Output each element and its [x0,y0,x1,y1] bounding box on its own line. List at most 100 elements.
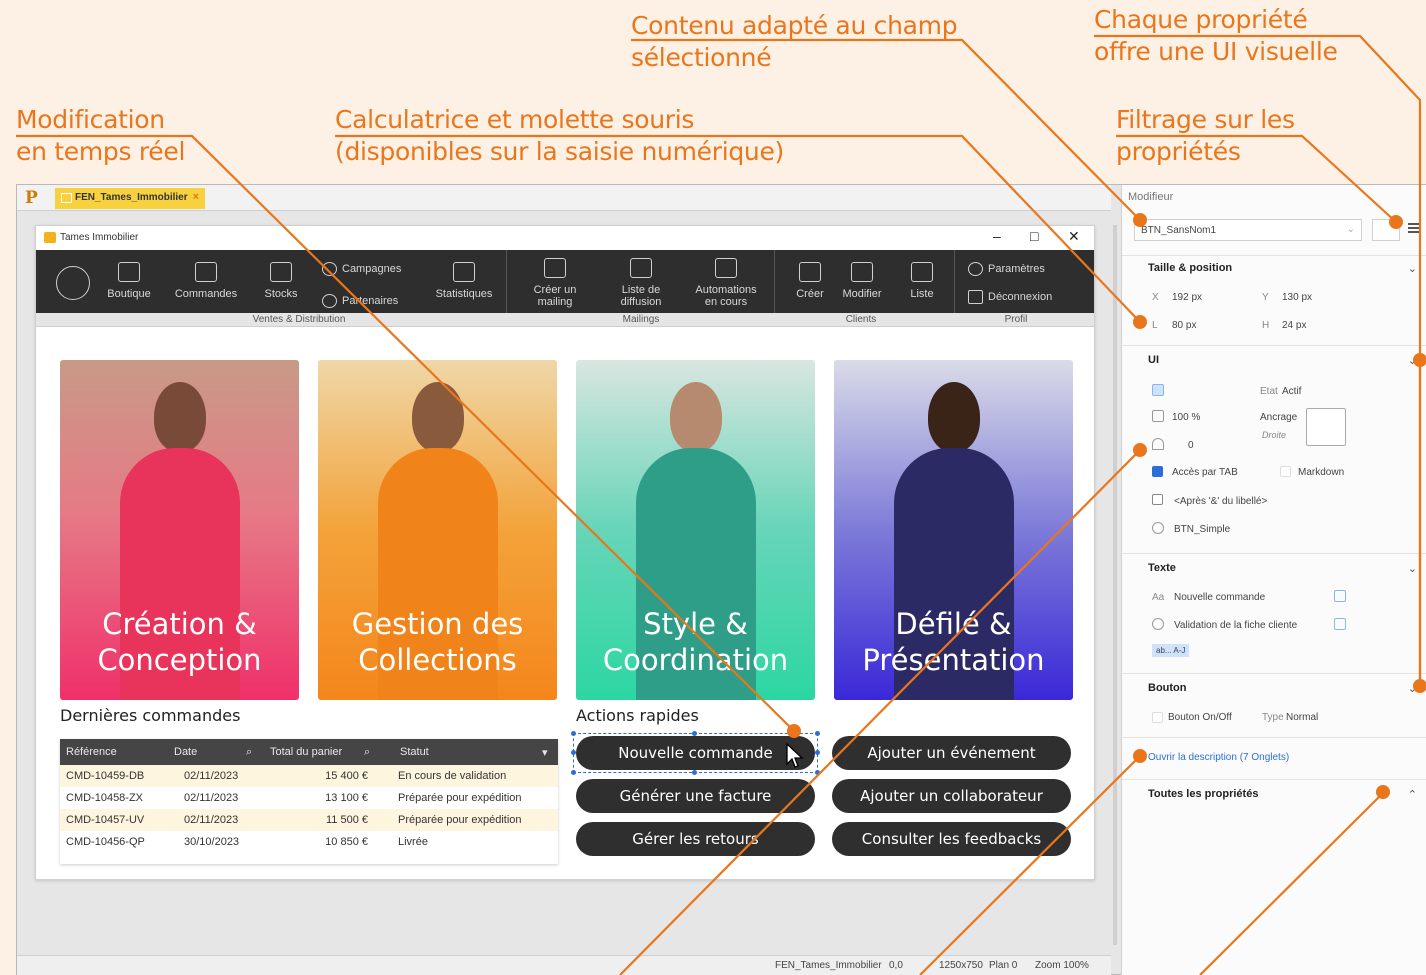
ribbon-label: Statistiques [435,288,493,300]
cell-date: 02/11/2023 [184,814,239,826]
cell-statut: Livrée [398,836,428,848]
search-icon[interactable]: ⌕ [246,746,252,759]
section-label: Taille & position [1148,262,1233,274]
y-field[interactable]: 130 px [1282,292,1312,303]
ancrage-grid[interactable] [1306,408,1346,446]
x-field[interactable]: 192 px [1172,292,1202,303]
ribbon-creer[interactable]: Créer [782,262,838,300]
ribbon-statistiques[interactable]: Statistiques [430,262,498,300]
chevron-down-icon[interactable]: ⌄ [1408,562,1417,575]
bouton-onoff-label: Bouton On/Off [1168,712,1232,723]
markdown-checkbox[interactable] [1280,466,1291,477]
ajouter-evenement-button[interactable]: Ajouter un événement [832,736,1071,770]
app-icon [44,232,56,243]
callout-dot [1133,749,1147,763]
ribbon-boutique[interactable]: Boutique [98,262,160,300]
close-button[interactable]: ✕ [1068,228,1080,245]
add-user-icon [799,262,821,282]
ribbon-label: Paramètres [988,262,1045,275]
acces-tab-checkbox[interactable] [1152,466,1163,477]
ancrage-label: Ancrage [1260,412,1298,423]
ribbon-liste[interactable]: Liste [894,262,950,300]
tooltip-icon [1152,618,1164,630]
generer-facture-button[interactable]: Générer une facture [576,779,815,813]
ribbon-label: Déconnexion [988,290,1053,303]
ribbon-campagnes[interactable]: Campagnes [322,262,401,276]
menu-icon[interactable] [1408,223,1420,225]
table-row[interactable]: CMD-10456-QP 30/10/2023 10 850 € Livrée [60,831,558,853]
selection-frame[interactable] [571,731,820,775]
consulter-feedbacks-button[interactable]: Consulter les feedbacks [832,822,1071,856]
close-tab-icon[interactable]: × [193,191,199,203]
callout-calculatrice: Calculatrice et molette souris (disponib… [335,105,785,166]
bulle-field[interactable]: Validation de la fiche cliente [1174,620,1297,631]
rounding-field[interactable]: 0 [1188,440,1194,451]
font-icon: Aa [1152,592,1165,603]
type-field[interactable]: Normal [1286,712,1318,723]
ribbon-liste-diffusion[interactable]: Liste de diffusion [604,258,678,308]
libelle-field[interactable]: Nouvelle commande [1174,592,1265,603]
l-field[interactable]: 80 px [1172,320,1196,331]
card-defile[interactable]: Défilé & Présentation [834,360,1073,700]
column-date[interactable]: Date [174,746,197,758]
ribbon-parametres[interactable]: Paramètres [968,262,1045,276]
opacity-field[interactable]: 100 % [1172,412,1200,423]
state-icon[interactable] [1152,384,1164,396]
ribbon-deconnexion[interactable]: Déconnexion [968,290,1052,304]
file-tab[interactable]: FEN_Tames_Immobilier × [55,188,205,209]
text-style-sample[interactable]: ab... A-J [1152,644,1190,657]
ribbon-modifier[interactable]: Modifier [834,262,890,300]
ide-tabbar: P FEN_Tames_Immobilier × [17,185,1111,211]
window-title: Tames Immobilier [60,232,139,243]
style-field[interactable]: BTN_Simple [1174,524,1230,535]
ajouter-collaborateur-button[interactable]: Ajouter un collaborateur [832,779,1071,813]
table-row[interactable]: CMD-10459-DB 02/11/2023 15 400 € En cour… [60,765,558,787]
maximize-button[interactable]: □ [1030,228,1038,244]
column-total[interactable]: Total du panier [270,746,342,758]
minimize-button[interactable]: – [993,228,1001,244]
cell-total: 10 850 € [325,836,368,848]
status-bar: FEN_Tames_Immobilier 0,0 1250x750 Plan 0… [17,955,1111,975]
ribbon-commandes[interactable]: Commandes [168,262,244,300]
chevron-up-icon[interactable]: ⌃ [1408,788,1417,801]
status-pos: 0,0 [889,960,903,971]
column-reference[interactable]: Référence [66,746,117,758]
chevron-down-icon[interactable]: ⌄ [1408,262,1417,275]
ribbon-stocks[interactable]: Stocks [252,262,310,300]
description-link[interactable]: Ouvrir la description (7 Onglets) [1148,752,1289,763]
callout-dot [1376,785,1390,799]
ribbon-automations[interactable]: Automations en cours [686,258,766,308]
table-row[interactable]: CMD-10457-UV 02/11/2023 11 500 € Préparé… [60,809,558,831]
translate-icon[interactable] [1334,590,1346,602]
table-row[interactable]: CMD-10458-ZX 02/11/2023 13 100 € Préparé… [60,787,558,809]
column-statut[interactable]: Statut [400,746,429,758]
apres-checkbox[interactable] [1152,494,1163,505]
orders-title: Dernières commandes [60,706,241,725]
cell-statut: Préparée pour expédition [398,792,522,804]
group-label: Clients [845,314,877,325]
vertical-scrollbar[interactable] [1113,225,1117,945]
h-field[interactable]: 24 px [1282,320,1306,331]
ribbon-partenaires[interactable]: Partenaires [322,294,398,308]
card-style[interactable]: Style & Coordination [576,360,815,700]
home-logo[interactable] [54,266,92,306]
apres-field[interactable]: <Après '&' du libellé> [1174,496,1267,507]
ribbon-creer-mailing[interactable]: Créer un mailing [518,258,592,308]
control-selector[interactable]: BTN_SansNom1 ⌄ [1134,219,1362,241]
ribbon-label: Campagnes [342,262,402,275]
card-title: Style & Coordination [602,607,789,677]
gerer-retours-button[interactable]: Gérer les retours [576,822,815,856]
search-icon[interactable]: ⌕ [364,746,370,759]
window-icon [61,193,72,203]
section-texte: Texte ⌄ Aa Nouvelle commande Validation … [1122,553,1426,671]
filter-icon[interactable]: ▾ [542,746,548,759]
translate-icon[interactable] [1334,618,1346,630]
card-gestion[interactable]: Gestion des Collections [318,360,557,700]
list-mail-icon [630,258,652,278]
cell-date: 02/11/2023 [184,792,239,804]
ribbon-label: Liste de diffusion [620,284,662,308]
etat-field[interactable]: Actif [1282,386,1301,397]
callout-filtrage: Filtrage sur les propriétés [1116,105,1295,166]
bouton-onoff-checkbox[interactable] [1152,712,1163,723]
card-creation[interactable]: Création & Conception [60,360,299,700]
